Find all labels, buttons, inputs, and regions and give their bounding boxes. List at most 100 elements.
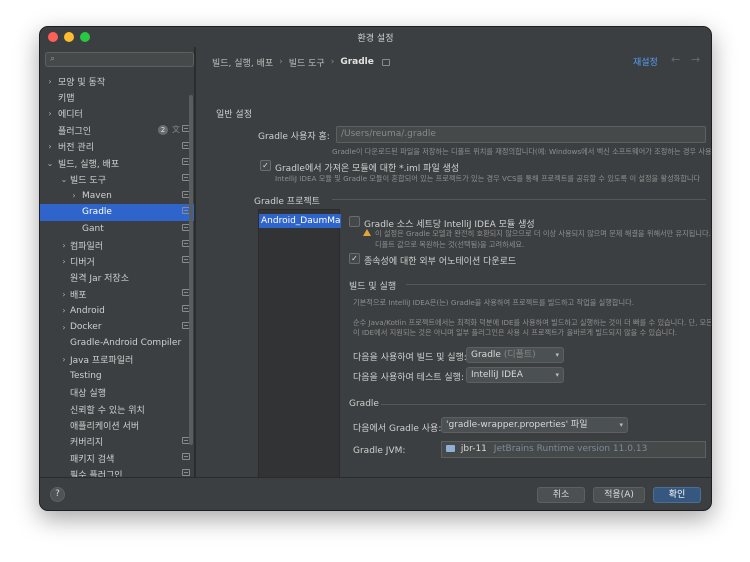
- sidebar-item[interactable]: Gant: [40, 221, 194, 237]
- sidebar-item-label: 애플리케이션 서버: [70, 421, 140, 432]
- sidebar-item-label: Gradle-Android Compiler: [70, 338, 182, 349]
- sidebar-item[interactable]: 커버리지: [40, 434, 194, 450]
- chevron-right-icon[interactable]: ›: [70, 191, 78, 200]
- sidebar-item-label: 신뢰할 수 있는 위치: [70, 405, 145, 416]
- minimize-window-button[interactable]: [64, 32, 74, 42]
- breadcrumb-item-build[interactable]: 빌드, 실행, 배포: [212, 56, 273, 69]
- reset-link[interactable]: 재설정: [633, 55, 658, 68]
- title-bar: 환경 설정: [40, 27, 711, 47]
- chevron-right-icon[interactable]: ›: [46, 109, 54, 118]
- external-annotations-checkbox[interactable]: ✓: [349, 253, 360, 264]
- close-window-button[interactable]: [48, 32, 58, 42]
- sidebar-item-label: 패키지 검색: [70, 454, 115, 465]
- sidebar-item[interactable]: 패키지 검색: [40, 450, 194, 466]
- chevron-right-icon[interactable]: ›: [60, 323, 68, 332]
- breadcrumb-item-build-tools[interactable]: 빌드 도구: [289, 56, 325, 69]
- sidebar-item[interactable]: › Android: [40, 302, 194, 318]
- sidebar-item[interactable]: Gradle: [40, 204, 194, 221]
- sidebar-item[interactable]: 신뢰할 수 있는 위치: [40, 401, 194, 417]
- settings-tree: › 모양 및 동작 키맵 › 에디터 플러그인 2 文 › 버전 관리 ⌄ 빌드, 실행, 배포 ⌄ 빌드…: [40, 73, 194, 477]
- sidebar-item[interactable]: 원격 Jar 저장소: [40, 270, 194, 286]
- sidebar-item[interactable]: 대상 실행: [40, 384, 194, 400]
- sidebar-item[interactable]: › 에디터: [40, 106, 194, 122]
- source-set-warning-line2: 디폴트 값으로 복원하는 것(선택됨)을 고려하세요.: [375, 240, 525, 249]
- chevron-right-icon[interactable]: ›: [60, 257, 68, 266]
- build-run-with-dropdown[interactable]: Gradle (디폴트) ▾: [466, 347, 564, 363]
- dialog-footer: ? 취소 적용(A) 확인: [40, 477, 711, 510]
- chevron-right-icon[interactable]: ›: [60, 241, 68, 250]
- external-annotations-label: 종속성에 대한 외부 어노테이션 다운로드: [364, 257, 517, 267]
- chevron-right-icon[interactable]: ›: [60, 355, 68, 364]
- search-input[interactable]: ⌕: [45, 52, 194, 67]
- sidebar-item[interactable]: › Maven: [40, 188, 194, 204]
- chevron-right-icon[interactable]: ›: [60, 290, 68, 299]
- sidebar-item[interactable]: 키맵: [40, 89, 194, 105]
- build-run-title: 빌드 및 실행: [349, 282, 397, 292]
- sidebar-item[interactable]: › 디버거: [40, 253, 194, 269]
- chevron-down-icon[interactable]: ⌄: [60, 175, 68, 184]
- chevron-down-icon[interactable]: ⌄: [46, 159, 54, 168]
- window-title: 환경 설정: [357, 33, 394, 44]
- sidebar-item-label: 버전 관리: [58, 143, 94, 154]
- sidebar-scrollbar[interactable]: [189, 95, 193, 445]
- build-run-with-value: Gradle: [471, 350, 501, 360]
- run-tests-with-label: 다음을 사용하여 테스트 실행:: [353, 373, 464, 383]
- forward-arrow-icon[interactable]: →: [691, 53, 700, 66]
- sidebar-item[interactable]: › 버전 관리: [40, 139, 194, 155]
- iml-files-hint: IntelliJ IDEA 모듈 및 Gradle 모듈이 혼합되어 있는 프로…: [275, 174, 701, 183]
- gradle-section-title: Gradle: [349, 399, 379, 409]
- sidebar-item[interactable]: 애플리케이션 서버: [40, 417, 194, 433]
- section-divider: [381, 404, 706, 405]
- sidebar-item-label: 플러그인: [58, 126, 92, 137]
- use-gradle-from-value: 'gradle-wrapper.properties' 파일: [446, 420, 588, 430]
- sidebar-item[interactable]: 필수 플러그인: [40, 466, 194, 477]
- sidebar-item[interactable]: Gradle-Android Compiler: [40, 335, 194, 351]
- cancel-button[interactable]: 취소: [537, 487, 585, 503]
- sidebar-item[interactable]: ⌄ 빌드 도구: [40, 171, 194, 187]
- project-item-android-daummap[interactable]: Android_DaumMap: [259, 214, 341, 228]
- sidebar-item-label: 빌드, 실행, 배포: [58, 159, 120, 170]
- breadcrumb-separator: ›: [330, 57, 335, 67]
- chevron-right-icon[interactable]: ›: [46, 142, 54, 151]
- gradle-jvm-dropdown[interactable]: jbr-11 JetBrains Runtime version 11.0.13: [441, 441, 706, 458]
- project-scope-icon: [381, 58, 390, 66]
- settings-content: 빌드, 실행, 배포 › 빌드 도구 › Gradle 재설정 ← → 일반 설…: [196, 47, 712, 489]
- chevron-right-icon[interactable]: ›: [60, 306, 68, 315]
- chevron-down-icon: ▾: [555, 371, 559, 379]
- source-set-modules-checkbox[interactable]: [349, 216, 360, 227]
- sidebar-item[interactable]: › 배포: [40, 286, 194, 302]
- use-gradle-from-dropdown[interactable]: 'gradle-wrapper.properties' 파일 ▾: [441, 417, 628, 433]
- sidebar-item-label: 에디터: [58, 110, 83, 121]
- help-button[interactable]: ?: [50, 487, 65, 502]
- warning-icon: [363, 229, 371, 236]
- run-tests-with-dropdown[interactable]: IntelliJ IDEA ▾: [466, 367, 564, 383]
- section-divider: [406, 284, 706, 285]
- sidebar-item[interactable]: Testing: [40, 368, 194, 384]
- update-count-badge: 2: [158, 125, 168, 136]
- translate-icon: 文: [172, 125, 180, 135]
- sidebar-item[interactable]: › Java 프로파일러: [40, 352, 194, 368]
- settings-sidebar: ⌕ › 모양 및 동작 키맵 › 에디터 플러그인 2 文 › 버전 관리 ⌄ 빌드, 실행, 배포 ⌄…: [40, 47, 195, 477]
- use-gradle-from-label: 다음에서 Gradle 사용:: [353, 424, 442, 434]
- sidebar-item-label: Gant: [82, 223, 104, 234]
- project-scope-icon: [182, 469, 190, 477]
- settings-window: 환경 설정 ⌕ › 모양 및 동작 키맵 › 에디터플러그인 2 文 › 버전 관리 ⌄ 빌드, 실…: [39, 26, 712, 511]
- gradle-home-hint: Gradle이 다운로드된 파일을 저장하는 디폴트 위치를 재정의합니다(예:…: [332, 147, 712, 156]
- build-run-desc2: 순수 Java/Kotlin 프로젝트에서는 최적화 덕분에 IDE를 사용하여…: [353, 318, 712, 327]
- sidebar-item[interactable]: › 컴파일러: [40, 237, 194, 253]
- sidebar-item[interactable]: › 모양 및 동작: [40, 73, 194, 89]
- back-arrow-icon[interactable]: ←: [671, 53, 680, 66]
- sidebar-item[interactable]: 플러그인 2 文: [40, 122, 194, 138]
- chevron-right-icon[interactable]: ›: [46, 77, 54, 86]
- source-set-warning-line1: 이 설정은 Gradle 모델과 완전히 호환되지 않으므로 더 이상 사용되지…: [375, 229, 711, 238]
- ok-button[interactable]: 확인: [653, 487, 701, 503]
- sidebar-item-label: Java 프로파일러: [70, 356, 134, 367]
- sidebar-item[interactable]: › Docker: [40, 319, 194, 335]
- apply-button[interactable]: 적용(A): [593, 487, 645, 503]
- sidebar-item-label: Android: [70, 305, 105, 316]
- sidebar-item[interactable]: ⌄ 빌드, 실행, 배포: [40, 155, 194, 171]
- iml-files-checkbox[interactable]: ✓: [260, 160, 271, 171]
- breadcrumb: 빌드, 실행, 배포 › 빌드 도구 › Gradle: [212, 55, 390, 69]
- gradle-home-input[interactable]: /Users/reuma/.gradle: [336, 126, 706, 143]
- maximize-window-button[interactable]: [80, 32, 90, 42]
